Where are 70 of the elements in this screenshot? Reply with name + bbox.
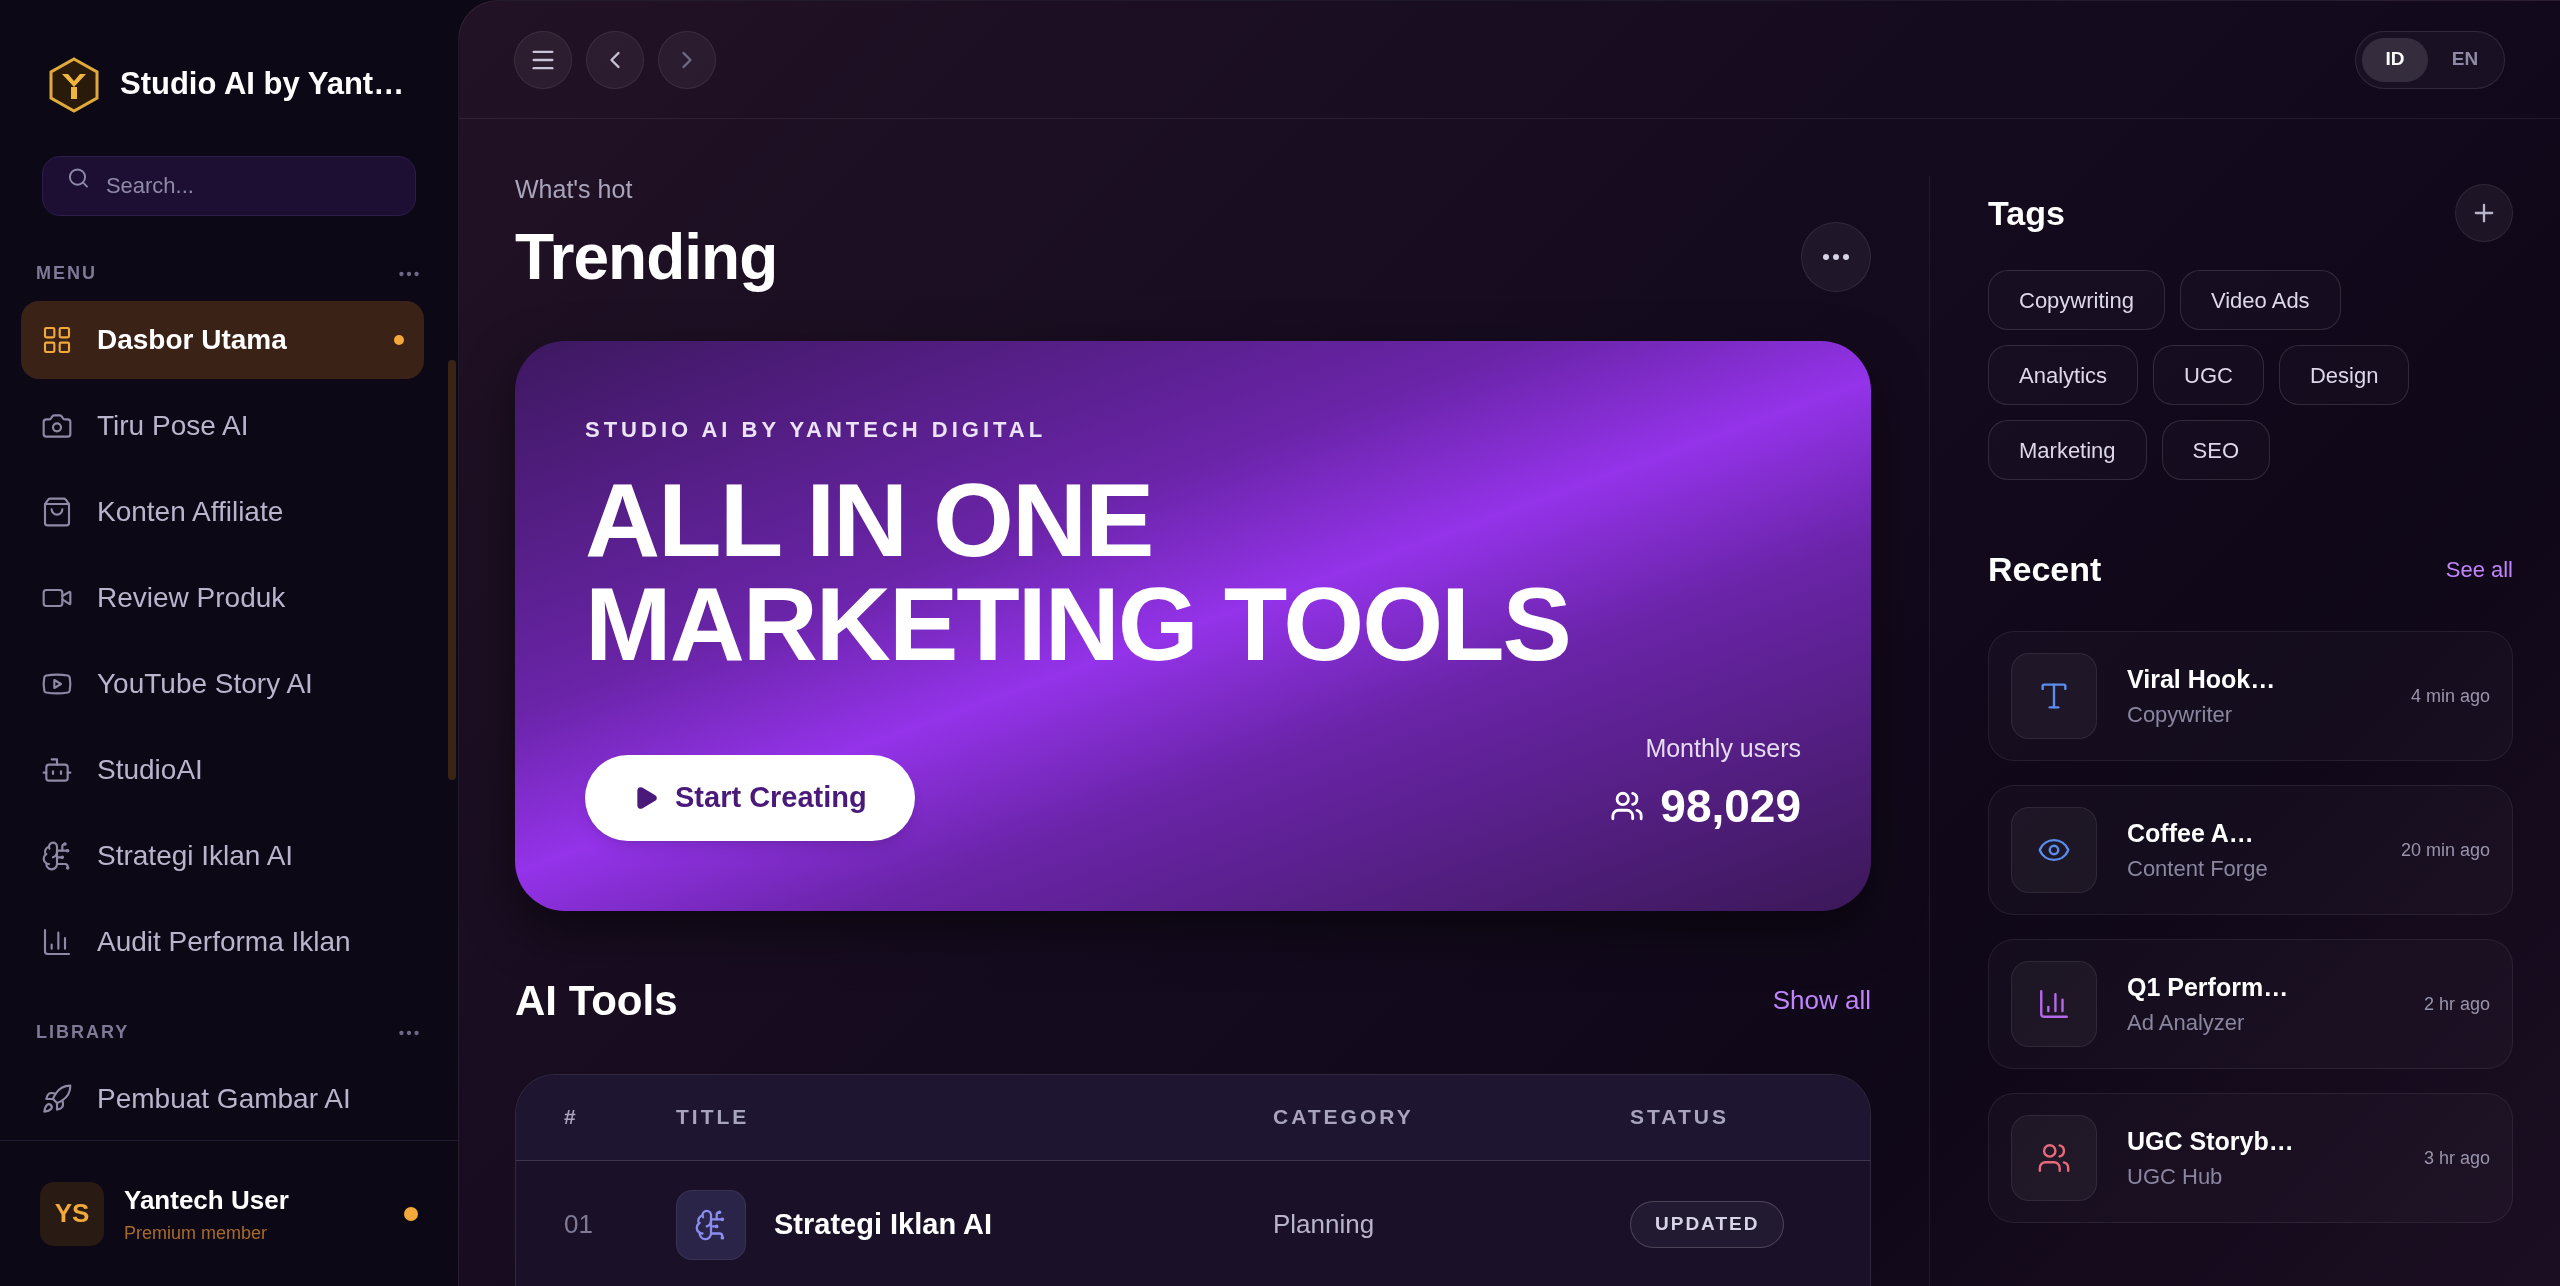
nav-item[interactable]: StudioAI <box>21 731 424 809</box>
recent-card[interactable]: Coffee A… Content Forge 20 min ago <box>1988 785 2513 915</box>
section-label: MENU <box>36 262 97 285</box>
column-header: CATEGORY <box>1273 1105 1414 1129</box>
user-name: Yantech User <box>124 1183 290 1217</box>
more-icon <box>1823 253 1849 260</box>
scrollbar[interactable] <box>448 360 456 780</box>
recent-title: Viral Hook… <box>2127 663 2277 695</box>
recent-title: Q1 Perform… <box>2127 971 2290 1003</box>
avatar: YS <box>40 1181 104 1246</box>
tag-chip[interactable]: Marketing <box>1988 420 2147 480</box>
nav-item[interactable]: Dasbor Utama <box>21 301 424 379</box>
column-header: TITLE <box>676 1105 750 1129</box>
language-option[interactable]: ID <box>2362 37 2428 82</box>
show-all-link[interactable]: Show all <box>1772 980 1871 1020</box>
stat-value: 98,029 <box>1660 778 1801 834</box>
recent-card[interactable]: UGC Storyb… UGC Hub 3 hr ago <box>1988 1093 2513 1223</box>
eyebrow-text: What's hot <box>515 174 634 205</box>
logo-icon <box>48 56 100 113</box>
bar-chart-icon <box>41 926 73 958</box>
banner-kicker: STUDIO AI BY YANTECH DIGITAL <box>585 415 1048 444</box>
recent-card[interactable]: Viral Hook… Copywriter 4 min ago <box>1988 631 2513 761</box>
search-input[interactable]: Search... <box>105 157 391 215</box>
stat-label: Monthly users <box>1645 733 1801 764</box>
recent-subtitle: Ad Analyzer <box>2127 1009 2246 1038</box>
nav-item[interactable]: Pembuat Gambar AI <box>21 1060 424 1138</box>
banner-headline: ALL IN ONE MARKETING TOOLS <box>585 467 1571 676</box>
recent-time: 2 hr ago <box>2423 992 2490 1016</box>
recent-time: 20 min ago <box>2400 838 2490 862</box>
page-title: Trending <box>515 219 778 295</box>
recent-subtitle: Copywriter <box>2127 701 2234 730</box>
nav-item[interactable]: Strategi Iklan AI <box>21 817 424 895</box>
recent-title: Coffee A… <box>2127 817 2255 849</box>
section-label: LIBRARY <box>36 1021 130 1044</box>
section-title: Tags <box>1988 192 2065 234</box>
rocket-icon <box>41 1083 73 1115</box>
column-header: # <box>564 1105 579 1129</box>
tag-chip[interactable]: Analytics <box>1988 345 2139 405</box>
tag-chip[interactable]: SEO <box>2161 420 2271 480</box>
nav-item[interactable]: YouTube Story AI <box>21 645 424 723</box>
recent-time: 4 min ago <box>2410 684 2490 708</box>
status-badge: UPDATED <box>1630 1201 1785 1248</box>
nav-item[interactable]: Review Produk <box>21 559 424 637</box>
users-icon <box>1610 789 1645 823</box>
recent-subtitle: Content Forge <box>2127 855 2269 884</box>
tag-chip[interactable]: Video Ads <box>2179 270 2341 330</box>
recent-card[interactable]: Q1 Perform… Ad Analyzer 2 hr ago <box>1988 939 2513 1069</box>
recent-title: UGC Storyb… <box>2127 1125 2295 1157</box>
tag-chip[interactable]: Design <box>2278 345 2410 405</box>
nav-item[interactable]: Konten Affiliate <box>21 473 424 551</box>
app-title: Studio AI by Yant… <box>120 65 405 104</box>
start-creating-button[interactable]: Start Creating <box>585 754 915 841</box>
user-plan: Premium member <box>124 1221 269 1245</box>
nav-item[interactable]: Tiru Pose AI <box>21 387 424 465</box>
recent-subtitle: UGC Hub <box>2127 1163 2224 1192</box>
search-field[interactable]: Search... <box>42 156 416 216</box>
section-title: Recent <box>1988 549 2102 590</box>
see-all-link[interactable]: See all <box>2445 553 2513 586</box>
grid-icon <box>41 324 73 356</box>
tag-chip[interactable]: UGC <box>2153 345 2264 405</box>
table-cell: Planning <box>1273 1209 1375 1239</box>
tag-chip[interactable]: Copywriting <box>1988 270 2165 330</box>
bag-icon <box>41 496 73 528</box>
recent-time: 3 hr ago <box>2423 1146 2490 1170</box>
table-cell: 01 <box>564 1209 593 1239</box>
language-option[interactable]: EN <box>2432 37 2498 82</box>
nav-item[interactable]: Audit Performa Iklan <box>21 903 424 981</box>
column-header: STATUS <box>1630 1105 1729 1129</box>
section-title: AI Tools <box>515 975 678 1026</box>
table-cell-text: Strategi Iklan AI <box>774 1206 993 1242</box>
